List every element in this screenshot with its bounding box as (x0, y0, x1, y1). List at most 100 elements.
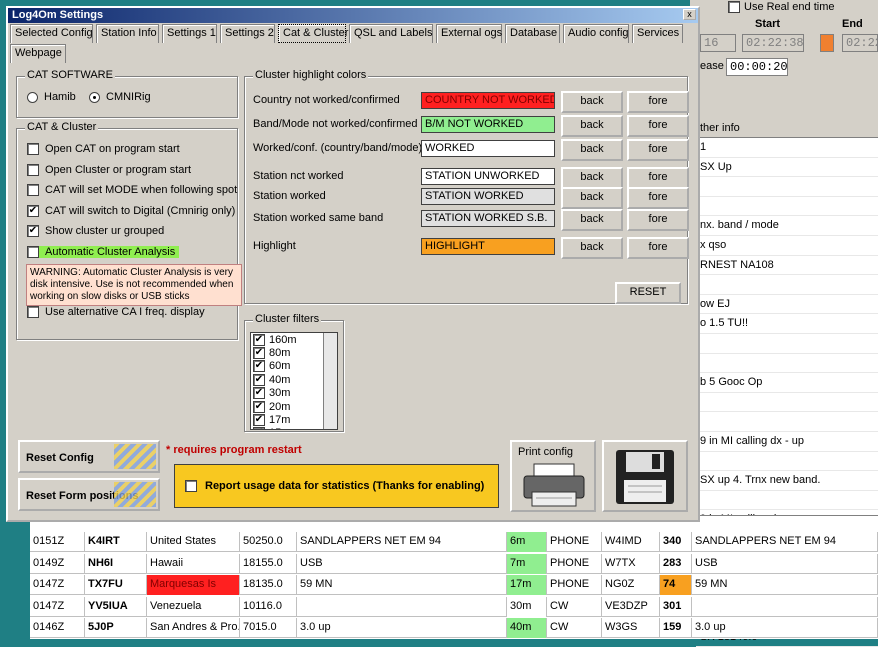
band-filter-label: 40m (269, 373, 291, 386)
fore-color-button[interactable]: fore (627, 91, 689, 113)
use-real-checkbox[interactable] (728, 1, 740, 13)
band-filter-checkbox[interactable]: ✔ (253, 400, 265, 413)
tab-station-info[interactable]: Station Info (96, 24, 159, 43)
reset-colors-button[interactable]: RESET (615, 282, 681, 304)
cat-cluster-checkbox[interactable]: ✔ (27, 225, 39, 238)
tools-icon (114, 482, 156, 507)
start-time-field[interactable]: 02:22:38 (742, 34, 804, 52)
cluster-grid[interactable]: 0151Z K4IRT United States 50250.0 SANDLAPPER… (30, 515, 878, 639)
table-cell-freq: 7015.0 (240, 618, 297, 638)
cat-cluster-option[interactable]: ✔ CAT will switch to Digital (Cmnirig onl… (27, 204, 235, 217)
band-filter-checkbox[interactable]: ✔ (253, 360, 265, 373)
cat-cluster-checkbox[interactable] (27, 163, 39, 176)
table-cell-mode: CW (547, 596, 602, 617)
fore-color-button[interactable]: fore (627, 237, 689, 259)
reset-form-button[interactable]: Reset Form positions (18, 478, 160, 511)
table-row[interactable]: 0146Z 5J0P San Andres & Pro... 7015.0 3.0 up… (30, 618, 878, 638)
table-cell-mode: CW (547, 618, 602, 638)
band-filter-checkbox[interactable]: ✔ (253, 414, 265, 427)
reset-config-button[interactable]: Reset Config (18, 440, 160, 473)
table-row[interactable]: 0147Z TX7FU Marquesas Is 18135.0 59 MN 17m PHO… (30, 575, 878, 595)
hamlib-option[interactable]: Hamib (27, 91, 76, 103)
band-filter-checkbox[interactable]: ✔ (253, 387, 265, 400)
cat-cluster-option[interactable]: ✔ Show cluster ur grouped (27, 225, 164, 238)
back-color-button[interactable]: back (561, 139, 623, 161)
tab-cat-cluster[interactable]: Cat & Cluster (278, 24, 348, 43)
other-info-line: nx. band / mode (696, 216, 878, 236)
table-row[interactable]: 0149Z NH6I Hawaii 18155.0 USB 7m PHONE W7TX 283 U… (30, 553, 878, 574)
tab-qsl-labels[interactable]: QSL and Labels (349, 24, 433, 43)
use-real-label: Use Real end time (744, 1, 835, 13)
report-usage-checkbox[interactable] (185, 480, 197, 492)
back-color-button[interactable]: back (561, 91, 623, 113)
release-time-field[interactable]: 00:00:20 (726, 58, 788, 76)
fore-color-button[interactable]: fore (627, 139, 689, 161)
band-filter-label: 17m (269, 414, 291, 427)
band-filter-checkbox[interactable]: ✔ (253, 347, 265, 360)
save-button[interactable] (602, 440, 688, 512)
other-info-line (696, 275, 878, 295)
printer-icon (523, 463, 585, 507)
band-filter-label: 15m (269, 427, 290, 429)
tab-settings-2[interactable]: Settings 2 (220, 24, 275, 43)
cat-cluster-option[interactable]: Open CAT on program start (27, 143, 180, 155)
tab-selected-config[interactable]: Selected Config (10, 24, 93, 43)
hamlib-radio[interactable] (27, 91, 38, 103)
background-time-panel: Use Real end time Start End 16 02:22:38 … (700, 0, 878, 62)
table-cell-call: NH6I (85, 553, 147, 574)
fore-color-button[interactable]: fore (627, 187, 689, 209)
cat-cluster-checkbox[interactable] (27, 184, 39, 197)
band-filter-scrollbar[interactable] (323, 333, 337, 429)
tab-services[interactable]: Services (632, 24, 683, 43)
table-row[interactable]: 0151Z K4IRT United States 50250.0 SANDLAPPER… (30, 532, 878, 552)
back-color-button[interactable]: back (561, 115, 623, 137)
cat-cluster-checkbox[interactable] (27, 143, 39, 155)
omnirig-radio[interactable] (89, 91, 100, 103)
highlight-row-label: Worked/conf. (country/band/mode) (253, 142, 423, 154)
other-info-line: 9 in MI calling dx - up (696, 432, 878, 452)
cat-cluster-option[interactable]: Automatic Cluster Analysis (27, 246, 180, 258)
report-usage-panel[interactable]: Report usage data for statistics (Thanks… (174, 464, 499, 508)
table-cell-note (297, 596, 507, 617)
table-cell-note: 59 MN (297, 575, 507, 595)
back-color-button[interactable]: back (561, 209, 623, 231)
back-color-button[interactable]: back (561, 237, 623, 259)
cat-cluster-option[interactable]: Open Cluster or program start (27, 163, 191, 176)
fore-color-button[interactable]: fore (627, 115, 689, 137)
cat-cluster-option[interactable]: CAT will set MODE when following spot (27, 184, 237, 197)
highlight-row-label: Station worked same band (253, 212, 384, 224)
back-color-button[interactable]: back (561, 187, 623, 209)
omnirig-option[interactable]: CMNIRig (89, 91, 151, 103)
table-cell-time: 0147Z (30, 596, 85, 617)
cat-cluster-label: Open CAT on program start (45, 143, 180, 155)
alt-freq-option[interactable]: Use alternative CA I freq. display (27, 306, 205, 318)
band-filter-label: 160m (269, 333, 297, 346)
other-info-line: o 1.5 TU!! (696, 314, 878, 334)
alt-freq-checkbox[interactable] (27, 306, 39, 318)
cat-cluster-checkbox[interactable] (27, 246, 39, 258)
fore-color-button[interactable]: fore (627, 167, 689, 189)
fore-color-button[interactable]: fore (627, 209, 689, 231)
print-config-button[interactable]: Print config (510, 440, 596, 512)
table-row[interactable]: 0147Z YV5IUA Venezuela 10116.0 30m CW VE3DZP 30… (30, 596, 878, 617)
end-time-field[interactable]: 02:22 (842, 34, 878, 52)
cat-cluster-checkbox[interactable]: ✔ (27, 204, 39, 217)
band-filter-checkbox[interactable]: ✔ (253, 373, 265, 386)
highlight-row-label: Station nct worked (253, 170, 344, 182)
tab-settings-1[interactable]: Settings 1 (162, 24, 217, 43)
other-info-line (696, 334, 878, 354)
table-cell-call: YV5IUA (85, 596, 147, 617)
tab-database[interactable]: Database (505, 24, 560, 43)
back-color-button[interactable]: back (561, 167, 623, 189)
table-cell-mode: PHONE (547, 575, 602, 595)
band-num-field[interactable]: 16 (700, 34, 736, 52)
cat-cluster-title: CAT & Cluster (25, 121, 99, 133)
table-cell-spotter: W3GS (602, 618, 660, 638)
tab-audio-config[interactable]: Audio config (563, 24, 629, 43)
tab-external-logs[interactable]: External ogs (436, 24, 502, 43)
band-filter-list[interactable]: ✔160m✔80m✔60m✔40m✔30m✔20m✔17m✔15m (250, 332, 338, 430)
tab-webpage[interactable]: Webpage (10, 44, 66, 63)
band-filter-checkbox[interactable]: ✔ (253, 427, 265, 429)
band-filter-checkbox[interactable]: ✔ (253, 333, 265, 346)
close-icon[interactable]: x (683, 9, 696, 20)
